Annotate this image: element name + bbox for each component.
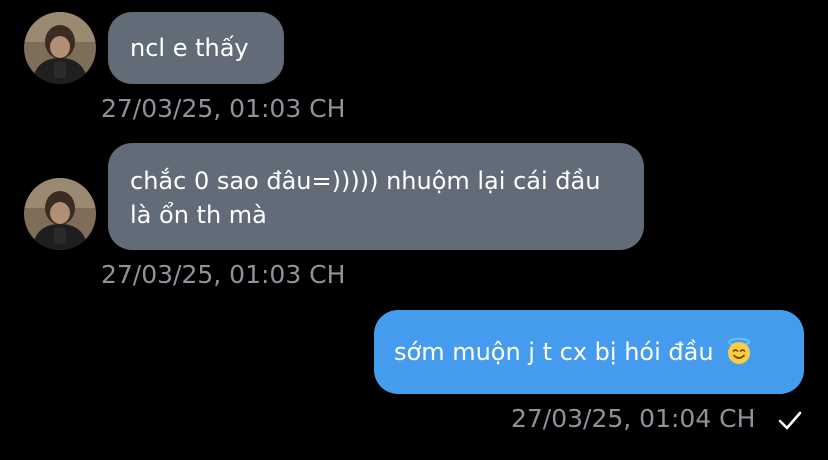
message-bubble-incoming[interactable]: ncl e thấy bbox=[108, 12, 284, 84]
message-text: sớm muộn j t cx bị hói đầu bbox=[394, 338, 714, 366]
smiling-face-with-halo-icon bbox=[728, 337, 751, 364]
message-bubble-incoming[interactable]: chắc 0 sao đâu=))))) nhuộm lại cái đầu l… bbox=[108, 143, 644, 250]
checkmark-sent-icon bbox=[778, 411, 802, 430]
contact-avatar[interactable] bbox=[24, 12, 96, 84]
message-text: ncl e thấy bbox=[130, 34, 249, 62]
avatar-image bbox=[24, 12, 96, 84]
message-timestamp: 27/03/25, 01:03 CH bbox=[101, 94, 346, 123]
avatar-image bbox=[24, 178, 96, 250]
message-timestamp: 27/03/25, 01:03 CH bbox=[101, 260, 346, 289]
message-text: chắc 0 sao đâu=))))) nhuộm lại cái đầu l… bbox=[130, 167, 601, 229]
message-bubble-outgoing[interactable]: sớm muộn j t cx bị hói đầu bbox=[374, 310, 804, 394]
contact-avatar[interactable] bbox=[24, 178, 96, 250]
message-timestamp: 27/03/25, 01:04 CH bbox=[511, 404, 756, 433]
